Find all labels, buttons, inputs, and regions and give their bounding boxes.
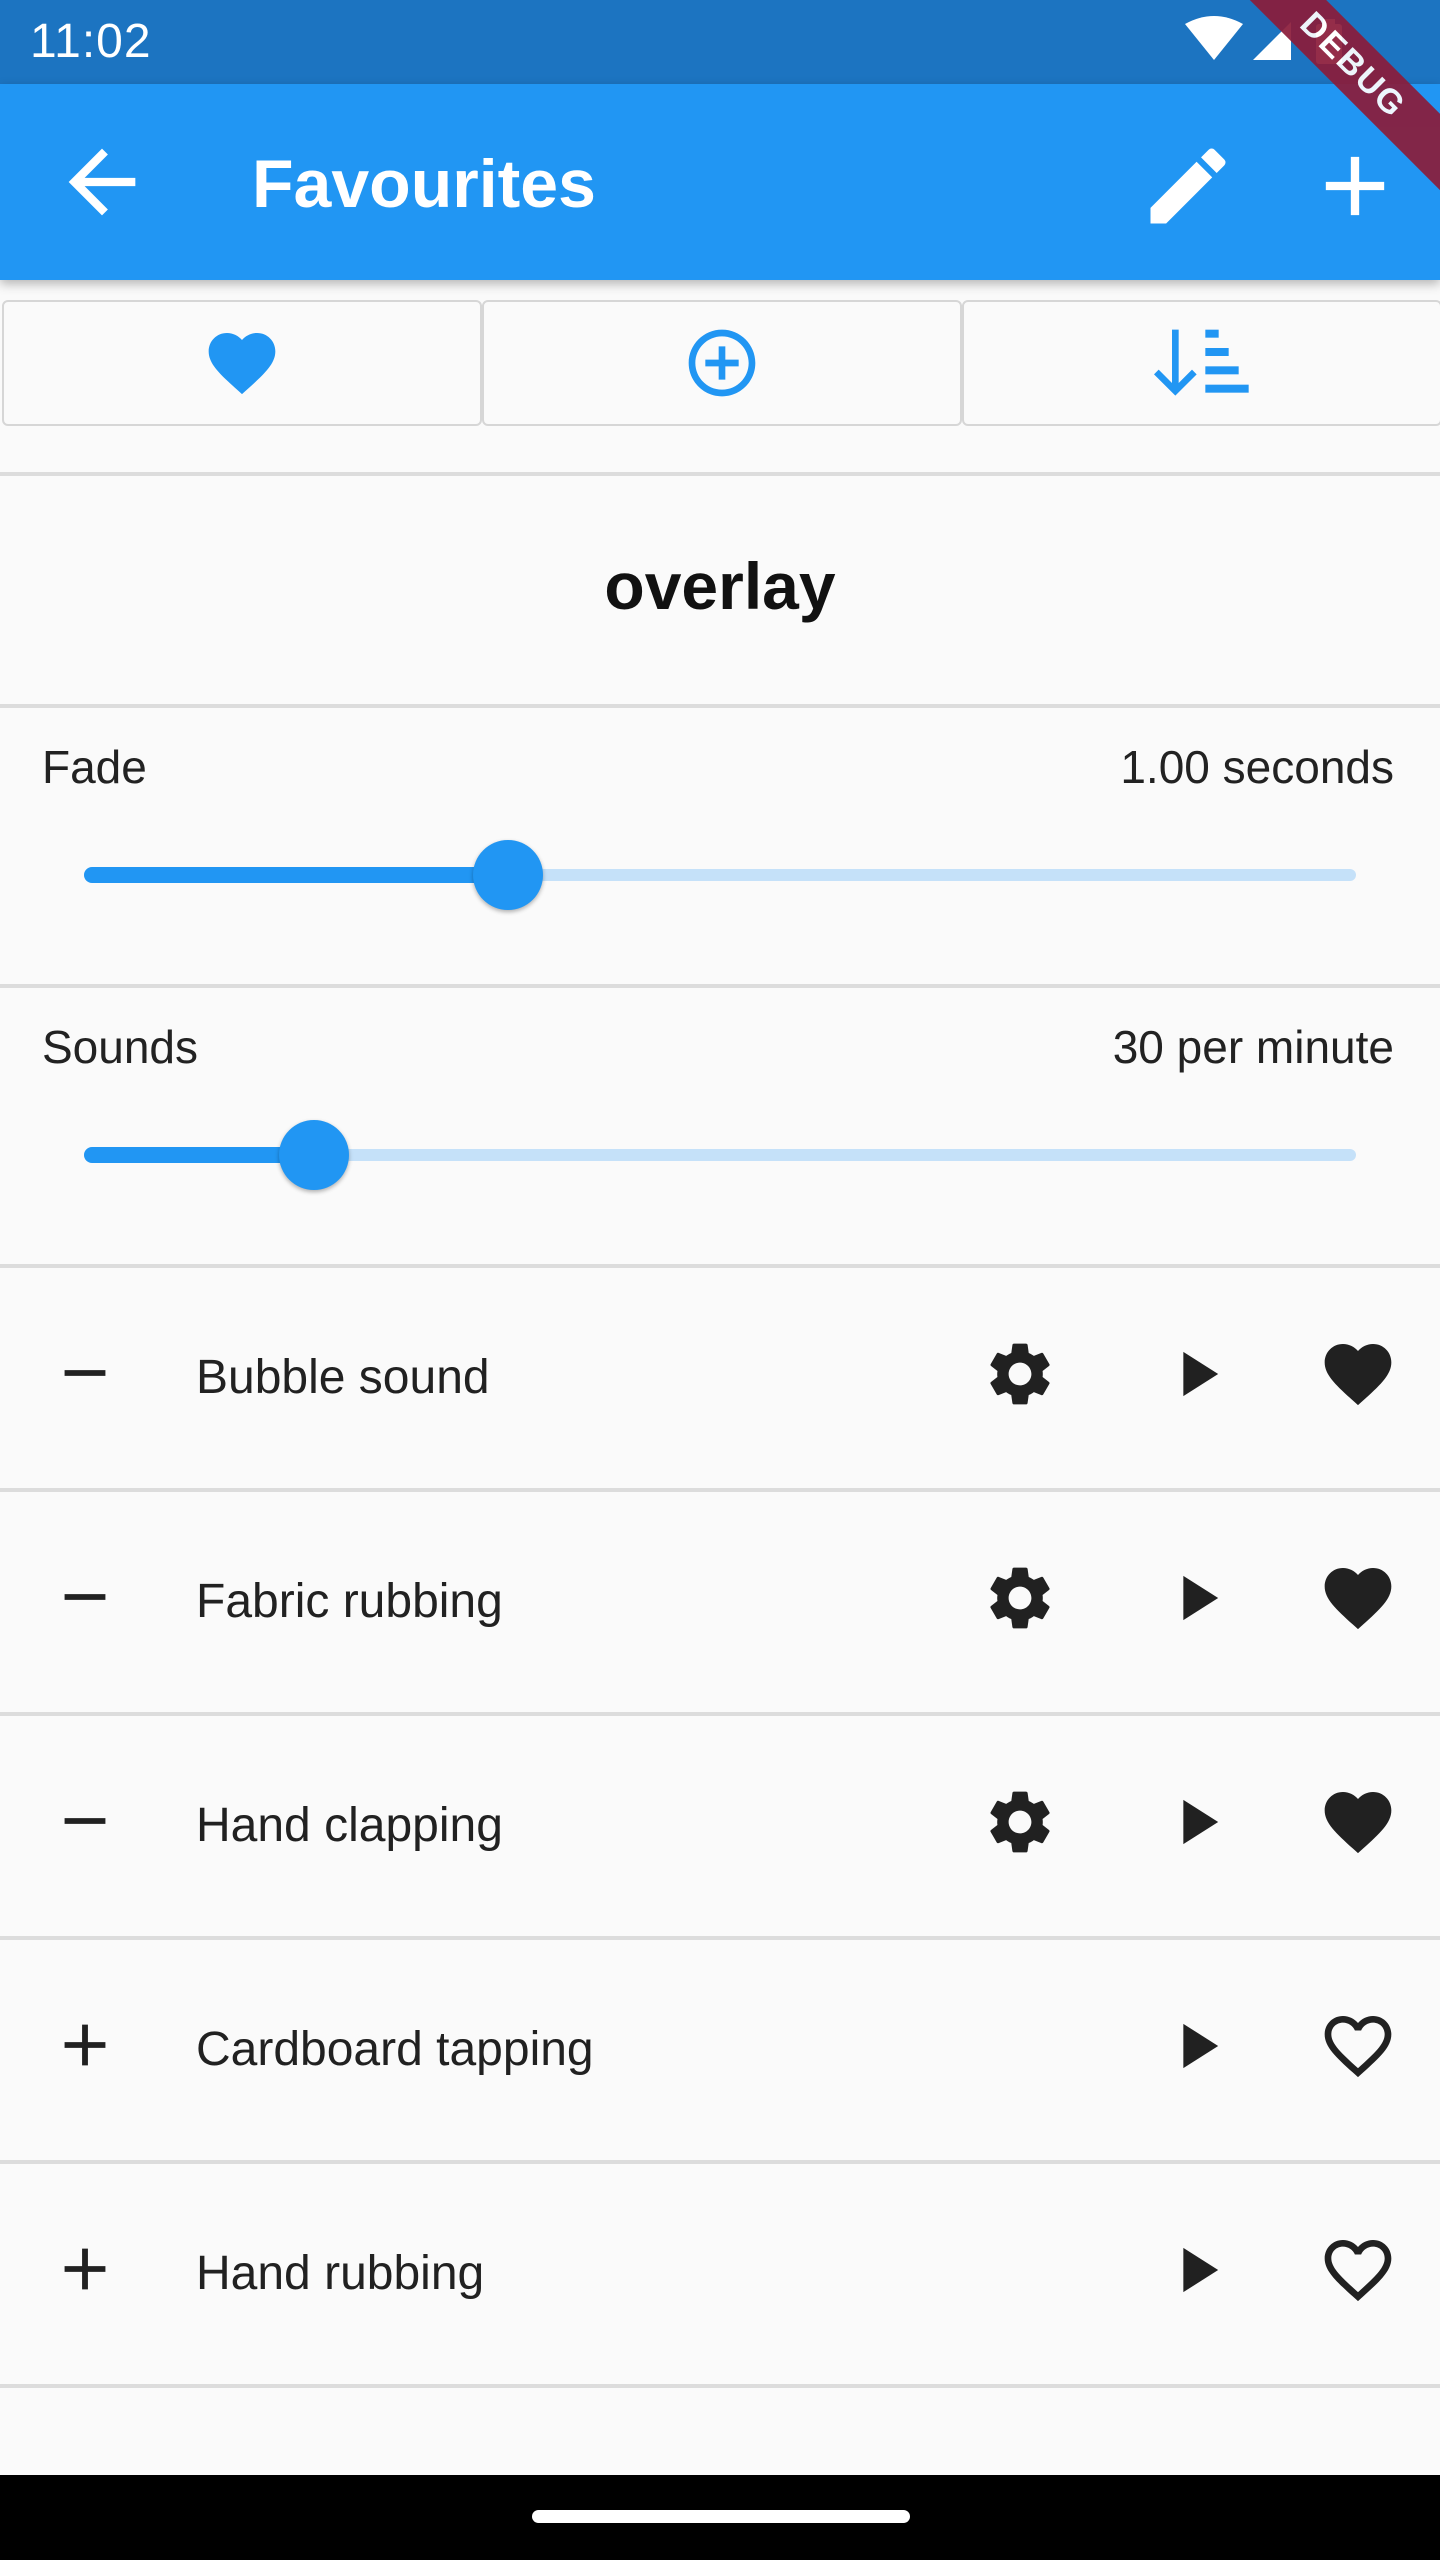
home-indicator[interactable] — [532, 2510, 910, 2523]
play-icon — [1183, 2247, 1219, 2293]
play-button[interactable] — [1158, 1336, 1234, 1412]
slider-thumb[interactable] — [279, 1120, 350, 1190]
sound-settings-button[interactable] — [982, 1336, 1058, 1412]
back-arrow-icon — [68, 148, 136, 216]
sort-button[interactable] — [962, 300, 1440, 426]
app-bar: Favourites — [0, 84, 1440, 280]
sound-row[interactable]: Cardboard tapping — [0, 1940, 1440, 2160]
heart-filled-icon — [1324, 1344, 1392, 1406]
status-bar: 11:02 — [0, 0, 1440, 84]
sound-name: Bubble sound — [196, 1351, 490, 1404]
play-button[interactable] — [1158, 1784, 1234, 1860]
slider-fill — [84, 867, 508, 883]
favourite-toggle[interactable] — [1318, 1334, 1398, 1414]
divider — [0, 984, 1440, 988]
fade-slider[interactable] — [84, 840, 1356, 910]
back-button[interactable] — [52, 132, 152, 232]
remove-sound-button[interactable] — [50, 1786, 120, 1856]
favourite-toggle[interactable] — [1318, 1782, 1398, 1862]
sound-row[interactable]: Hand clapping — [0, 1716, 1440, 1936]
divider — [0, 704, 1440, 708]
sound-row[interactable]: Bubble sound — [0, 1268, 1440, 1488]
heart-outline-icon — [1324, 2016, 1392, 2078]
sounds-rate-value: 30 per minute — [1112, 1021, 1394, 1073]
sound-settings-button[interactable] — [982, 1560, 1058, 1636]
fade-value: 1.00 seconds — [1120, 741, 1394, 793]
remove-sound-button[interactable] — [50, 1338, 120, 1408]
play-button[interactable] — [1158, 2008, 1234, 2084]
play-icon — [1183, 1799, 1219, 1845]
favourite-toggle[interactable] — [1318, 2230, 1398, 2310]
minus-icon — [64, 1370, 106, 1376]
play-button[interactable] — [1158, 1560, 1234, 1636]
play-icon — [1183, 1351, 1219, 1397]
plus-icon — [64, 2248, 106, 2290]
play-button[interactable] — [1158, 2232, 1234, 2308]
heart-outline-icon — [1324, 2240, 1392, 2302]
add-sound-button[interactable] — [50, 2010, 120, 2080]
slider-thumb[interactable] — [472, 840, 543, 910]
minus-icon — [64, 1818, 106, 1824]
toggle-button-row — [0, 300, 1440, 426]
heart-filled-icon — [1324, 1568, 1392, 1630]
sound-name: Cardboard tapping — [196, 2023, 594, 2076]
add-circle-outline-icon — [688, 329, 756, 397]
heart-filled-icon — [208, 333, 276, 395]
favourite-toggle[interactable] — [1318, 2006, 1398, 2086]
sound-row[interactable]: Hand rubbing — [0, 2164, 1440, 2384]
play-icon — [1183, 2023, 1219, 2069]
remove-sound-button[interactable] — [50, 1562, 120, 1632]
pencil-icon — [1150, 148, 1226, 224]
sound-name: Hand clapping — [196, 1799, 503, 1852]
minus-icon — [64, 1594, 106, 1600]
add-sound-filter-button[interactable] — [482, 300, 962, 426]
add-button[interactable] — [1305, 136, 1405, 236]
play-icon — [1183, 1575, 1219, 1621]
divider — [0, 472, 1440, 476]
heart-filled-icon — [1324, 1792, 1392, 1854]
sounds-rate-slider[interactable] — [84, 1120, 1356, 1190]
status-time: 11:02 — [30, 15, 152, 68]
plus-icon — [64, 2024, 106, 2066]
sort-icon — [1154, 329, 1249, 396]
sound-row[interactable]: Fabric rubbing — [0, 1492, 1440, 1712]
plus-icon — [1325, 156, 1385, 216]
add-sound-button[interactable] — [50, 2234, 120, 2304]
sounds-rate-label: Sounds — [42, 1021, 199, 1073]
overlay-title: overlay — [604, 549, 836, 623]
favourites-filter-button[interactable] — [2, 300, 482, 426]
favourite-toggle[interactable] — [1318, 1558, 1398, 1638]
system-nav-bar — [0, 2475, 1440, 2560]
divider — [0, 2384, 1440, 2388]
fade-label: Fade — [42, 741, 147, 793]
edit-button[interactable] — [1138, 136, 1238, 236]
sound-name: Hand rubbing — [196, 2247, 485, 2300]
page-title: Favourites — [252, 146, 596, 222]
gear-icon — [990, 1791, 1050, 1853]
gear-icon — [990, 1343, 1050, 1405]
gear-icon — [990, 1567, 1050, 1629]
sound-name: Fabric rubbing — [196, 1575, 503, 1628]
sound-settings-button[interactable] — [982, 1784, 1058, 1860]
